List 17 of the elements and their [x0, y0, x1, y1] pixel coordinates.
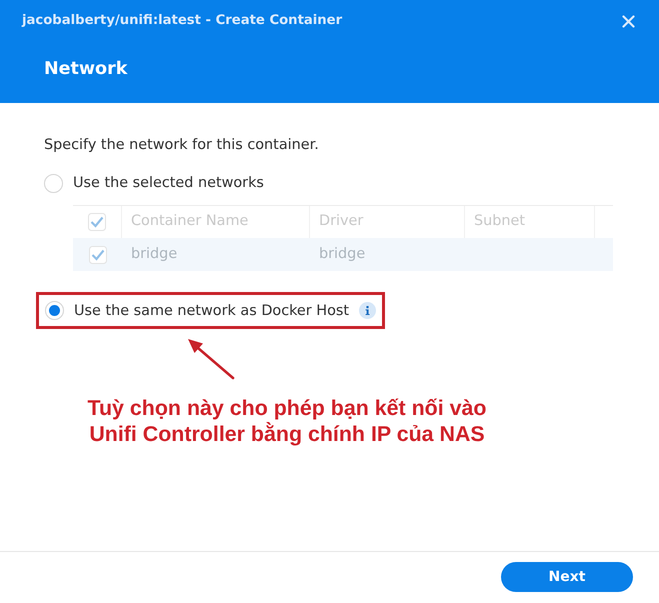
checkbox[interactable] — [88, 246, 106, 264]
window-title: jacobalberty/unifi:latest - Create Container — [22, 12, 342, 30]
option-label[interactable]: Use the same network as Docker Host — [74, 300, 350, 320]
page-title: Network — [44, 58, 128, 81]
radio-button[interactable] — [44, 174, 63, 192]
next-button[interactable]: Next — [501, 562, 633, 592]
table-cell-text: bridge — [318, 244, 366, 264]
table-cell-text: bridge — [130, 244, 178, 264]
radio-button[interactable] — [45, 301, 64, 320]
checkbox[interactable] — [88, 213, 106, 231]
annotation-text: Tuỳ chọn này cho phép bạn kết nối vào Unifi Controller bằng chính IP của NAS — [86, 395, 488, 447]
info-icon[interactable] — [359, 302, 376, 319]
instruction-text: Specify the network for this container. — [44, 136, 320, 155]
table-row[interactable]: bridge bridge — [73, 238, 613, 271]
close-icon — [622, 14, 635, 28]
close-button[interactable] — [620, 12, 637, 30]
option-label[interactable]: Use the selected networks — [73, 173, 264, 193]
